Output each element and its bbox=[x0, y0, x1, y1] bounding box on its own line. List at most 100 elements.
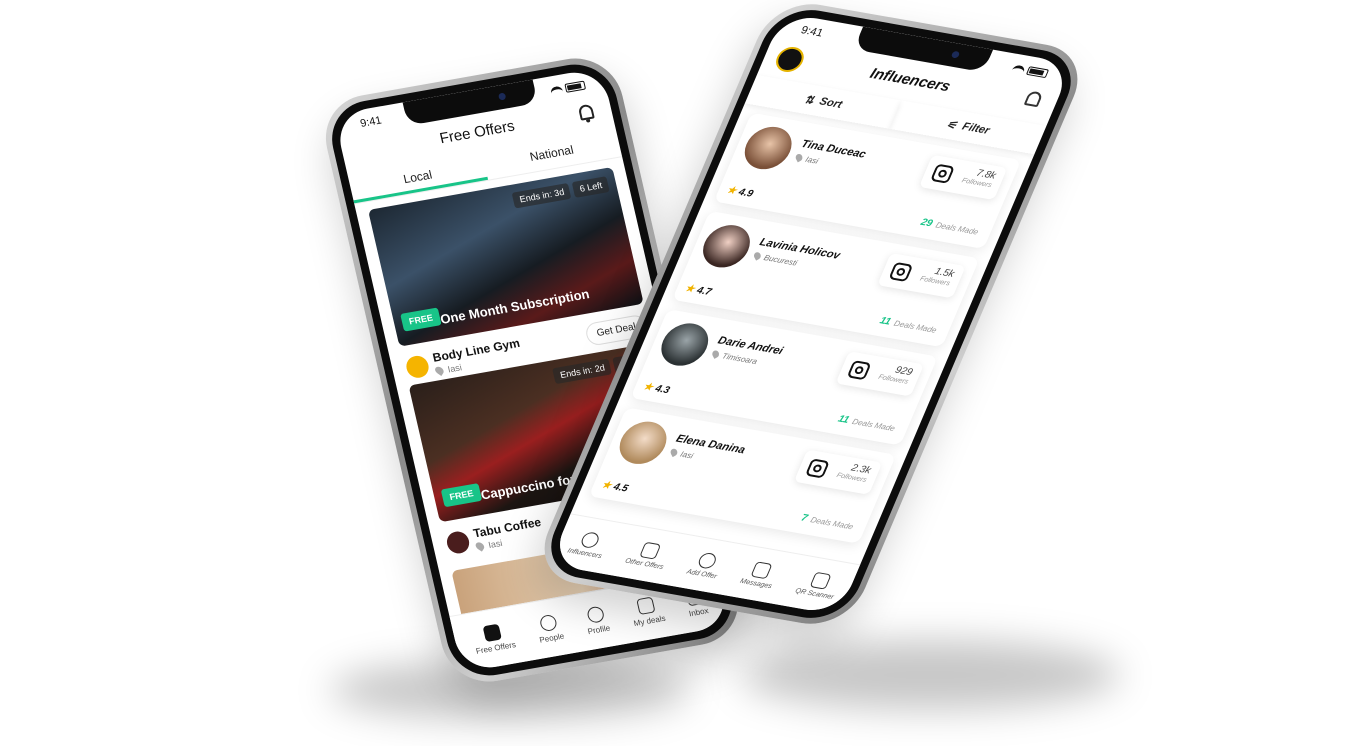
nav-people[interactable]: People bbox=[534, 613, 565, 645]
rating-value: 4.3 bbox=[653, 383, 672, 397]
people-icon bbox=[538, 613, 558, 632]
deals-count: 11 bbox=[836, 413, 851, 426]
plus-icon bbox=[696, 551, 719, 570]
influencers-icon bbox=[579, 530, 602, 549]
nav-messages[interactable]: Messages bbox=[739, 560, 781, 590]
deals-label: Deals Made bbox=[892, 318, 939, 335]
handshake-icon bbox=[636, 596, 656, 615]
star-icon: ★ bbox=[724, 184, 739, 197]
nav-free-offers[interactable]: Free Offers bbox=[471, 621, 517, 655]
camera-icon bbox=[497, 92, 507, 101]
filter-icon: ⚟ bbox=[944, 118, 959, 132]
star-icon: ★ bbox=[641, 381, 655, 394]
business-logo bbox=[404, 354, 431, 380]
instagram-followers: 929 Followers bbox=[835, 351, 925, 397]
avatar bbox=[612, 418, 674, 468]
deals-made: 29Deals Made bbox=[919, 217, 980, 237]
location-pin-icon bbox=[433, 365, 446, 376]
deals-count: 7 bbox=[799, 512, 810, 525]
nav-label: Profile bbox=[586, 622, 612, 636]
business-logo bbox=[444, 529, 472, 556]
rating: ★4.9 bbox=[725, 185, 755, 200]
sort-label: Sort bbox=[817, 95, 844, 111]
instagram-icon bbox=[930, 163, 956, 184]
deals-made: 11Deals Made bbox=[878, 315, 939, 335]
business-city: Iasi bbox=[487, 537, 504, 551]
wifi-icon bbox=[549, 85, 564, 95]
location-pin-icon bbox=[474, 540, 486, 552]
nav-other-offers[interactable]: Other Offers bbox=[623, 539, 672, 571]
star-icon: ★ bbox=[683, 283, 697, 296]
instagram-icon bbox=[846, 360, 872, 381]
deals-label: Deals Made bbox=[934, 220, 980, 237]
free-badge: FREE bbox=[440, 483, 483, 508]
avatar bbox=[654, 319, 716, 370]
deals-made: 11Deals Made bbox=[836, 414, 897, 434]
deals-count: 11 bbox=[877, 315, 893, 328]
qr-icon bbox=[809, 571, 832, 590]
nav-profile[interactable]: Profile bbox=[582, 604, 612, 636]
rating: ★4.3 bbox=[641, 381, 671, 396]
nav-label: QR Scanner bbox=[794, 587, 835, 601]
nav-my-deals[interactable]: My deals bbox=[628, 595, 666, 628]
nav-label: Inbox bbox=[687, 605, 710, 618]
rating: ★4.5 bbox=[600, 480, 630, 495]
rating: ★4.7 bbox=[683, 283, 713, 298]
instagram-icon bbox=[804, 458, 830, 479]
nav-influencers[interactable]: Influencers bbox=[566, 529, 610, 560]
status-time: 9:41 bbox=[798, 24, 825, 40]
nav-label: My deals bbox=[632, 613, 667, 628]
avatar bbox=[737, 123, 799, 173]
nav-qr-scanner[interactable]: QR Scanner bbox=[794, 569, 842, 601]
star-icon: ★ bbox=[599, 479, 613, 492]
business-city: Iasi bbox=[446, 362, 463, 375]
gift-icon bbox=[482, 623, 503, 642]
right-phone-shadow bbox=[740, 640, 1120, 710]
location-pin-icon bbox=[752, 251, 762, 261]
offer-meta: Ends in: 3d 6 Left bbox=[512, 176, 610, 209]
nav-label: Free Offers bbox=[474, 639, 517, 656]
gift-icon bbox=[639, 541, 662, 560]
offer-left: 6 Left bbox=[572, 176, 610, 198]
status-icons bbox=[549, 80, 587, 96]
filter-label: Filter bbox=[960, 120, 992, 137]
messages-icon bbox=[750, 560, 774, 579]
instagram-icon bbox=[888, 261, 914, 283]
nav-label: Messages bbox=[738, 577, 774, 590]
nav-label: Add Offer bbox=[685, 568, 719, 580]
offer-title: One Month Subscription bbox=[438, 286, 591, 327]
nav-add-offer[interactable]: Add Offer bbox=[686, 550, 726, 580]
offer-ends: Ends in: 3d bbox=[512, 182, 572, 209]
battery-icon bbox=[1025, 66, 1050, 79]
sort-icon: ⇅ bbox=[802, 93, 817, 107]
avatar bbox=[695, 221, 757, 271]
instagram-followers: 2.3k Followers bbox=[793, 449, 883, 495]
rating-value: 4.7 bbox=[694, 285, 714, 298]
camera-icon bbox=[950, 50, 961, 59]
deals-made: 7Deals Made bbox=[799, 513, 855, 532]
business-name: Body Line Gym bbox=[431, 335, 522, 365]
nav-label: Other Offers bbox=[623, 557, 665, 571]
location-pin-icon bbox=[669, 447, 679, 458]
wifi-icon bbox=[1011, 64, 1027, 74]
offer-ends: Ends in: 2d bbox=[552, 358, 613, 385]
location-pin-icon bbox=[711, 349, 721, 359]
location-pin-icon bbox=[794, 152, 804, 163]
free-badge: FREE bbox=[400, 307, 442, 332]
deals-label: Deals Made bbox=[850, 417, 897, 434]
nav-label: Influencers bbox=[566, 547, 603, 560]
instagram-followers: 7.8k Followers bbox=[918, 154, 1008, 201]
influencer-city: Iasi bbox=[678, 449, 695, 461]
instagram-followers: 1.5k Followers bbox=[877, 252, 966, 299]
rating-value: 4.9 bbox=[736, 186, 755, 200]
influencer-city: Iasi bbox=[803, 154, 820, 166]
mockup-stage: 9:41 Free Offers Local National Ends in:… bbox=[0, 0, 1352, 746]
profile-icon bbox=[585, 605, 606, 624]
influencer-city: Timisoara bbox=[720, 351, 759, 367]
business-name: Tabu Coffee bbox=[471, 514, 543, 541]
nav-label: People bbox=[538, 631, 565, 645]
battery-icon bbox=[564, 80, 587, 93]
deals-count: 29 bbox=[918, 217, 935, 230]
status-icons bbox=[1011, 64, 1050, 79]
influencer-city: Bucuresti bbox=[762, 253, 799, 268]
